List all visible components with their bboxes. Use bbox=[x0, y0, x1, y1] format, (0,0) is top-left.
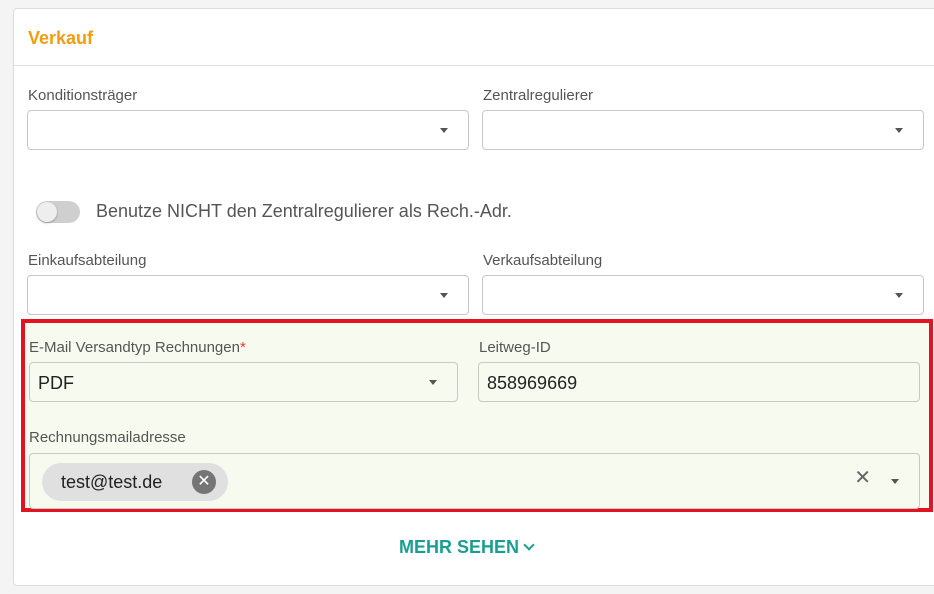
verkaufsabteilung-label: Verkaufsabteilung bbox=[483, 252, 603, 269]
email-versandtyp-select[interactable]: PDF bbox=[29, 362, 458, 402]
caret-down-icon[interactable] bbox=[891, 479, 899, 484]
email-versandtyp-label-text: E-Mail Versandtyp Rechnungen bbox=[29, 339, 240, 356]
caret-down-icon[interactable] bbox=[895, 293, 903, 298]
section-title: Verkauf bbox=[28, 28, 94, 48]
email-chip: test@test.de ✕ bbox=[42, 463, 228, 501]
caret-down-icon[interactable] bbox=[440, 128, 448, 133]
zentralregulierer-toggle[interactable] bbox=[36, 201, 80, 223]
leitweg-id-value: 858969669 bbox=[487, 373, 578, 393]
section-divider bbox=[14, 65, 934, 66]
required-mark: * bbox=[239, 339, 246, 356]
verkaufsabteilung-select[interactable] bbox=[482, 275, 924, 315]
leitweg-id-input[interactable]: 858969669 bbox=[478, 362, 920, 402]
zentralregulierer-label: Zentralregulierer bbox=[483, 87, 594, 104]
rechnungsmail-label: Rechnungsmailadresse bbox=[29, 429, 186, 446]
highlighted-invoice-section: E-Mail Versandtyp Rechnungen* PDF Leitwe… bbox=[21, 319, 933, 512]
rechnungsmail-multiselect[interactable]: test@test.de ✕ ✕ bbox=[29, 453, 920, 509]
toggle-knob[interactable] bbox=[37, 202, 57, 222]
email-versandtyp-label: E-Mail Versandtyp Rechnungen* bbox=[29, 339, 246, 356]
close-circle-icon[interactable]: ✕ bbox=[192, 470, 216, 494]
zentralregulierer-select[interactable] bbox=[482, 110, 924, 150]
email-chip-label: test@test.de bbox=[61, 472, 163, 492]
mehr-sehen-button[interactable]: MEHR SEHEN bbox=[399, 537, 535, 558]
email-versandtyp-value: PDF bbox=[38, 373, 74, 393]
leitweg-id-label: Leitweg-ID bbox=[479, 339, 551, 356]
einkaufsabteilung-select[interactable] bbox=[27, 275, 469, 315]
toggle-label: Benutze NICHT den Zentralregulierer als … bbox=[96, 201, 512, 221]
konditionstraeger-label: Konditionsträger bbox=[28, 87, 138, 104]
konditionstraeger-select[interactable] bbox=[27, 110, 469, 150]
caret-down-icon[interactable] bbox=[895, 128, 903, 133]
caret-down-icon[interactable] bbox=[429, 380, 437, 385]
chevron-down-icon bbox=[523, 539, 535, 551]
mehr-sehen-label: MEHR SEHEN bbox=[399, 537, 520, 557]
close-icon[interactable]: ✕ bbox=[854, 468, 871, 488]
einkaufsabteilung-label: Einkaufsabteilung bbox=[28, 252, 147, 269]
verkauf-card: Verkauf Konditionsträger Zentralregulier… bbox=[13, 8, 934, 586]
caret-down-icon[interactable] bbox=[440, 293, 448, 298]
